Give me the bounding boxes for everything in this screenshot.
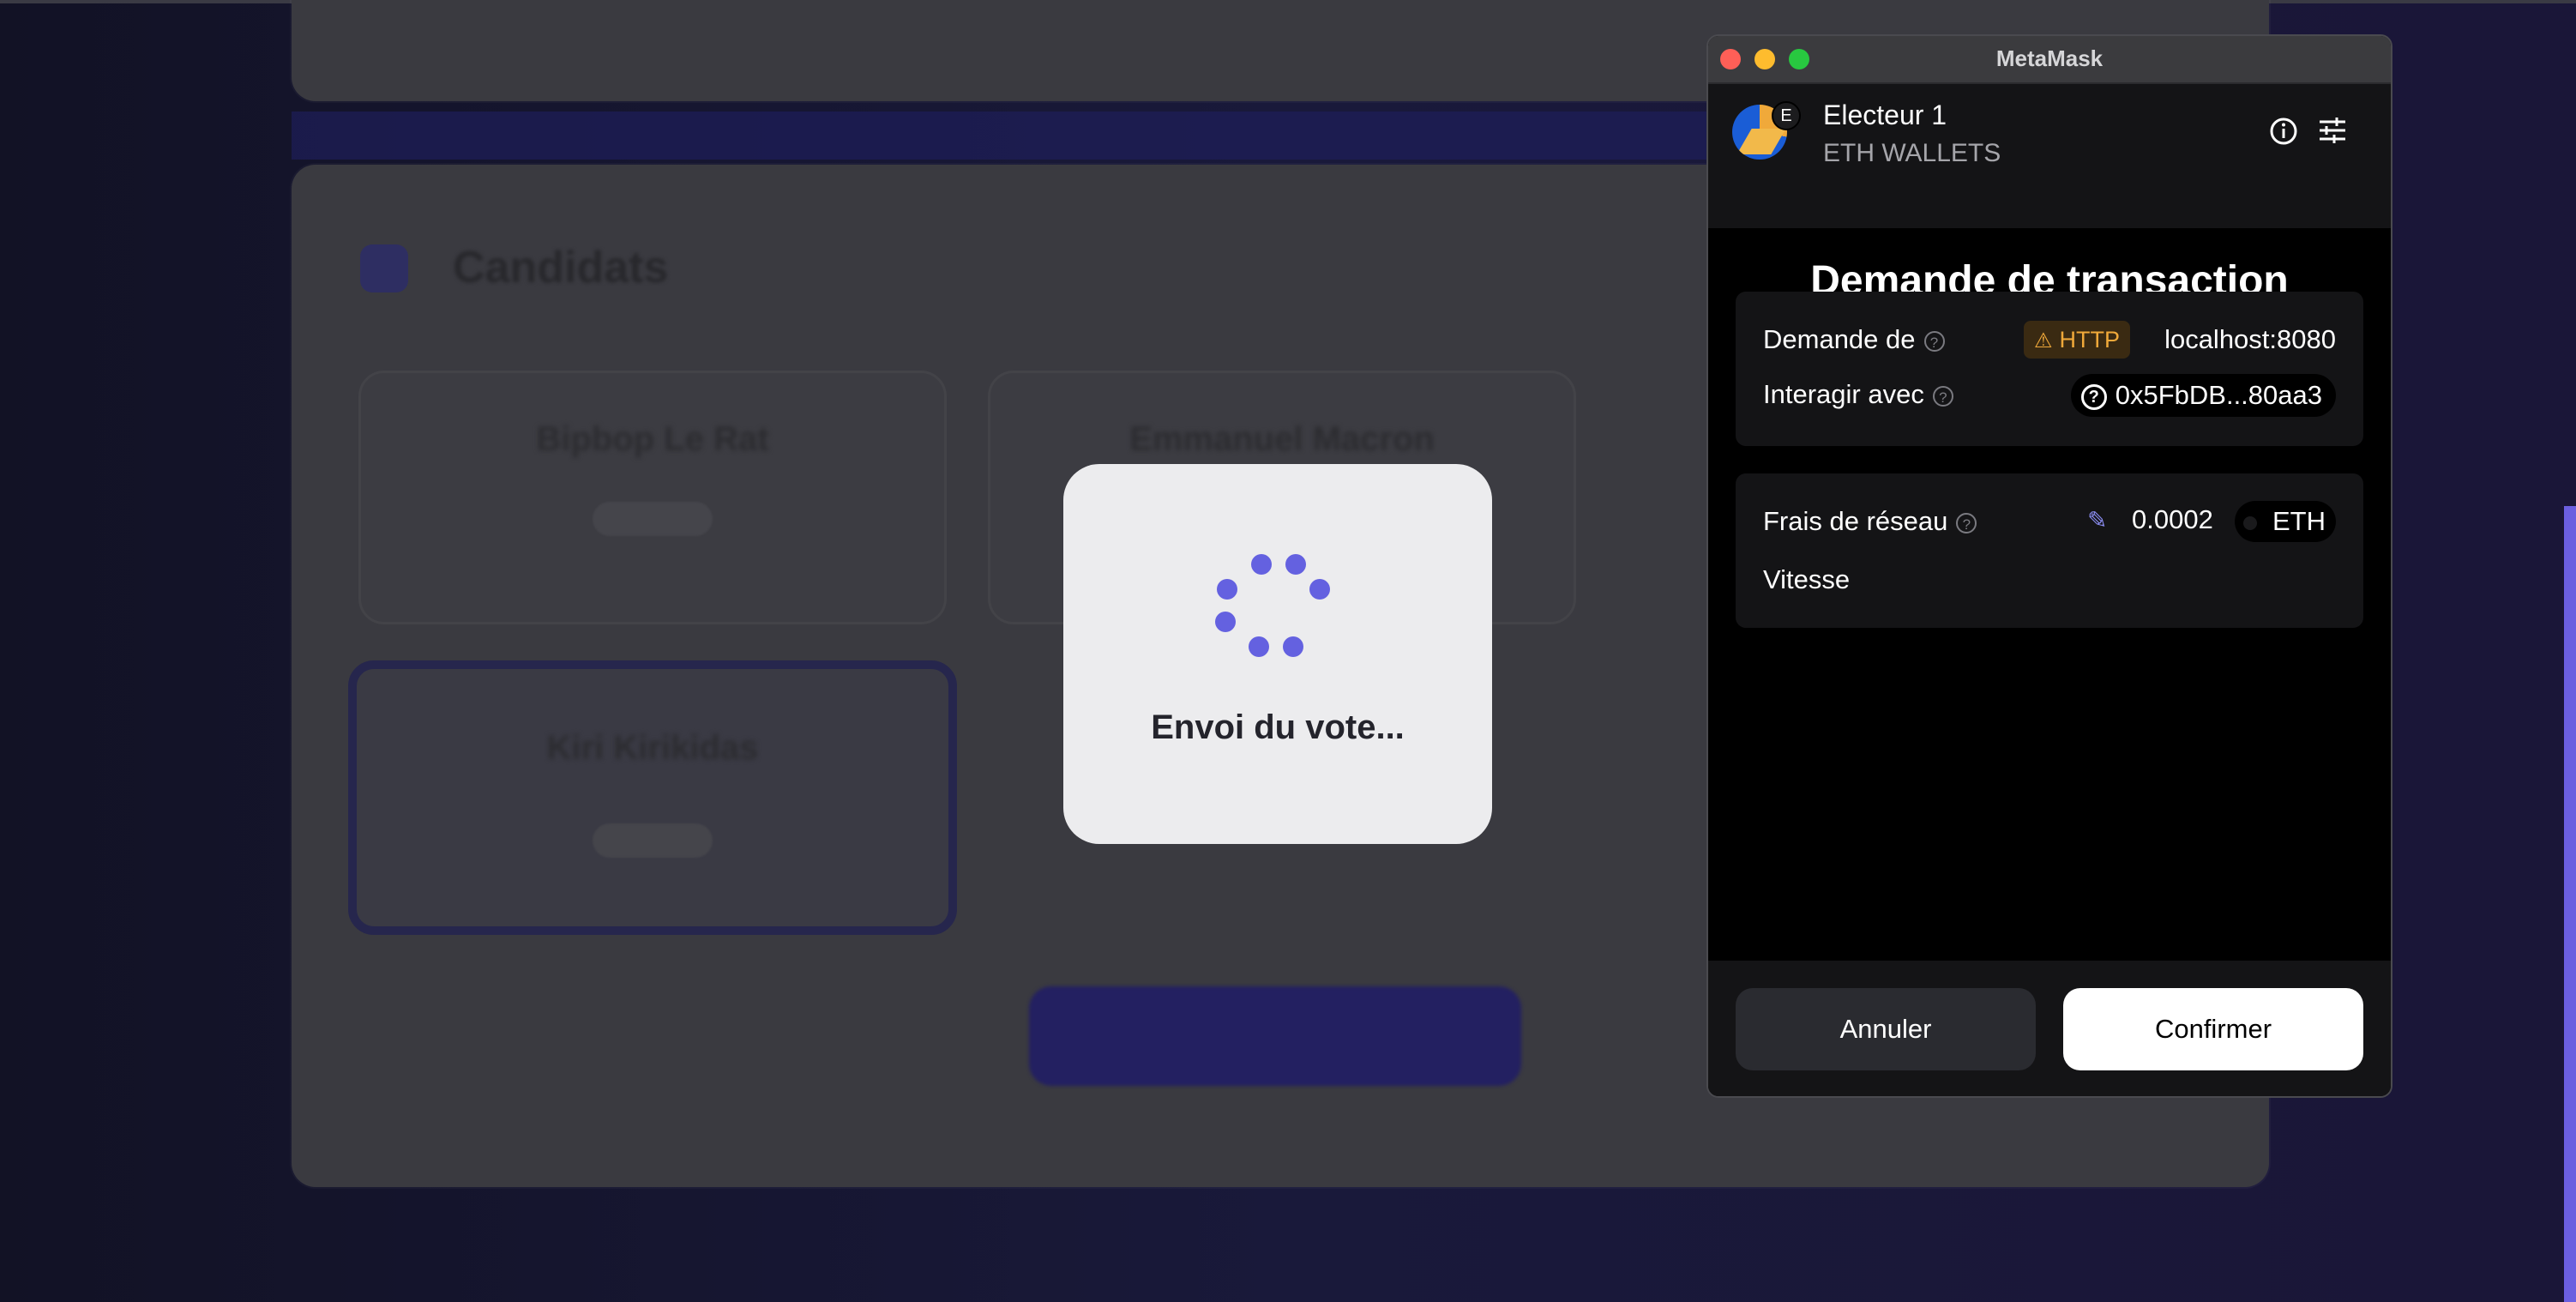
- spinner-dot: [1215, 612, 1236, 632]
- window-title: MetaMask: [1995, 45, 2104, 71]
- candidate-name: Kiri Kirikidas: [546, 729, 759, 767]
- interact-with-label: Interagir avec: [1763, 379, 1924, 409]
- network-badge: E: [1772, 101, 1801, 130]
- confirm-vote-button[interactable]: [1029, 986, 1521, 1086]
- candidates-section-icon: [360, 244, 408, 292]
- spinner-dot: [1283, 636, 1303, 657]
- network-fee-label: Frais de réseau: [1763, 506, 1948, 536]
- loading-spinner-icon: [1063, 464, 1492, 678]
- network-fee-value: 0.0002: [2132, 504, 2213, 534]
- sliders-icon[interactable]: [2317, 115, 2348, 146]
- interact-with-row: Interagir avec?: [1763, 379, 1953, 410]
- candidates-section-title: Candidats: [453, 243, 669, 292]
- candidate-name: Emmanuel Macron: [1129, 420, 1435, 458]
- protocol-label: HTTP: [2059, 327, 2121, 353]
- cancel-button[interactable]: Annuler: [1736, 988, 2036, 1070]
- spinner-dot: [1285, 554, 1306, 575]
- confirm-button[interactable]: Confirmer: [2063, 988, 2363, 1070]
- loading-message: Envoi du vote...: [1151, 708, 1405, 746]
- account-name[interactable]: Electeur 1: [1823, 99, 1947, 131]
- currency-label: ETH: [2272, 506, 2326, 536]
- metamask-window: MetaMask E Electeur 1 ETH WALLETS Demand…: [1706, 34, 2392, 1098]
- contract-address: 0x5FbDB...80aa3: [2115, 380, 2322, 410]
- candidate-party-badge: [593, 502, 713, 536]
- request-from-row: Demande de?: [1763, 324, 1945, 355]
- pencil-icon[interactable]: ✎: [2087, 506, 2107, 534]
- help-icon[interactable]: ?: [1932, 385, 1953, 407]
- window-titlebar[interactable]: MetaMask: [1708, 36, 2391, 84]
- info-icon[interactable]: [2269, 117, 2298, 146]
- candidate-party-badge: [593, 823, 713, 858]
- candidate-name: Bipbop Le Rat: [536, 420, 769, 458]
- candidate-card-selected[interactable]: Kiri Kirikidas: [348, 660, 957, 935]
- loading-modal: Envoi du vote...: [1063, 464, 1492, 844]
- candidate-card[interactable]: Bipbop Le Rat: [358, 371, 947, 624]
- spinner-dot: [1217, 579, 1237, 600]
- contract-address-pill[interactable]: ? 0x5FbDB...80aa3: [2070, 374, 2336, 417]
- spinner-dot: [1309, 579, 1330, 600]
- page-scrollbar[interactable]: [2564, 506, 2576, 1302]
- account-header: E Electeur 1 ETH WALLETS: [1708, 84, 2391, 228]
- speed-label: Vitesse: [1763, 564, 1851, 594]
- spinner-dot: [1249, 636, 1269, 657]
- account-wallet: ETH WALLETS: [1823, 139, 2001, 167]
- network-fee-row: Frais de réseau?: [1763, 506, 1977, 537]
- request-details-card: Demande de? ⚠ HTTP localhost:8080 Interag…: [1736, 292, 2363, 446]
- spinner-dot: [1251, 554, 1272, 575]
- insecure-protocol-badge: ⚠ HTTP: [2024, 321, 2131, 359]
- help-icon[interactable]: ?: [1923, 330, 1945, 352]
- network-fee-card: Frais de réseau? ✎ 0.0002 ETH Vitesse: [1736, 473, 2363, 628]
- request-origin: localhost:8080: [2164, 324, 2336, 354]
- request-from-label: Demande de: [1763, 324, 1916, 354]
- warning-triangle-icon: ⚠: [2034, 329, 2053, 353]
- question-circle-icon: ?: [2080, 383, 2107, 410]
- action-footer: Annuler Confirmer: [1708, 961, 2391, 1096]
- eth-token-icon: [2243, 515, 2257, 530]
- help-icon[interactable]: ?: [1956, 512, 1977, 533]
- currency-pill: ETH: [2235, 501, 2336, 542]
